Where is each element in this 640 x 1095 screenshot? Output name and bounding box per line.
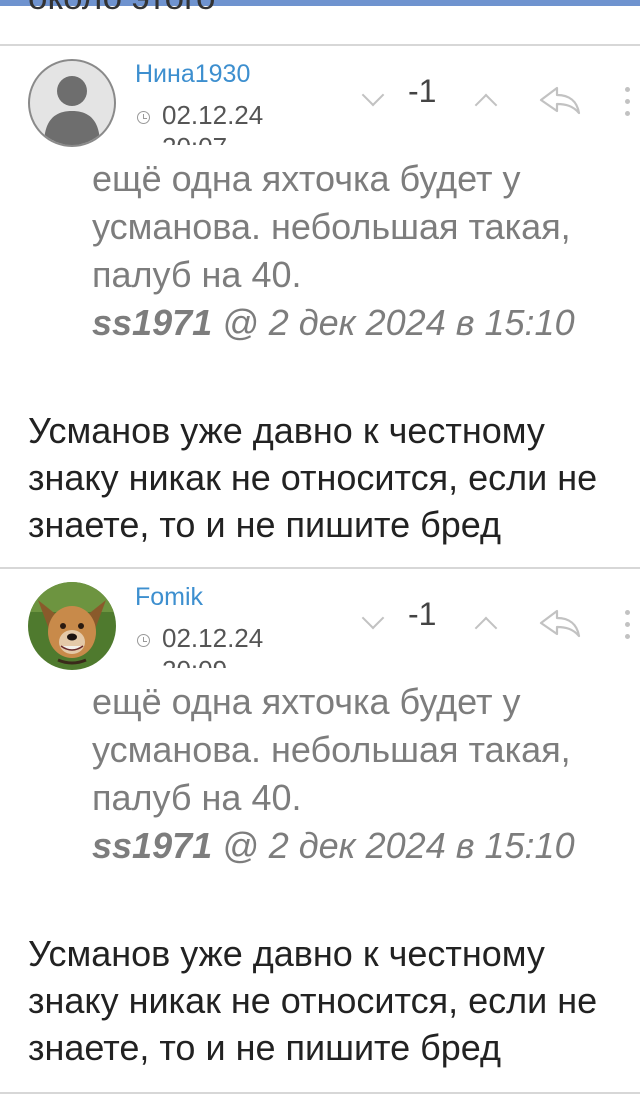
comment-body: Усманов уже давно к честному знаку никак… <box>28 933 598 1068</box>
comment-time: 20:09 <box>162 654 227 668</box>
chevron-up-icon[interactable] <box>470 612 506 642</box>
author-name[interactable]: Fomik <box>135 583 203 612</box>
comment-rating: -1 <box>408 73 437 109</box>
generic-person-avatar-icon <box>44 76 100 145</box>
chevron-up-icon[interactable] <box>470 89 506 119</box>
chevron-down-icon[interactable] <box>357 85 393 115</box>
author-name[interactable]: Нина1930 <box>135 60 250 89</box>
more-vertical-icon[interactable] <box>620 81 636 121</box>
comment-date: 02.12.24 <box>162 623 264 653</box>
comment-date: 02.12.24 <box>162 100 264 130</box>
comment-body: Усманов уже давно к честному знаку никак… <box>28 410 598 545</box>
comment-rating: -1 <box>408 596 437 632</box>
reply-icon[interactable] <box>537 606 583 640</box>
chevron-down-icon[interactable] <box>357 608 393 638</box>
previous-comment-fragment: около этого <box>28 0 216 18</box>
divider <box>0 1092 640 1094</box>
comment: Fomik 02.12.24 20:09 -1 ещё одна яхточка… <box>0 568 640 1093</box>
comment-timestamp: 02.12.24 20:09 <box>135 622 335 668</box>
comment-timestamp: 02.12.24 20:07 <box>135 99 335 145</box>
more-vertical-icon[interactable] <box>620 604 636 644</box>
avatar[interactable] <box>28 59 116 147</box>
clock-icon <box>137 111 150 124</box>
dog-photo-avatar-icon <box>28 582 116 670</box>
reply-icon[interactable] <box>537 83 583 117</box>
quote-user[interactable]: ss1971 <box>92 302 212 343</box>
quote-user[interactable]: ss1971 <box>92 825 212 866</box>
comment: Нина1930 02.12.24 20:07 -1 ещё одна яхто… <box>0 45 640 567</box>
quote-ref-date: @ 2 дек 2024 в 15:10 <box>212 302 575 343</box>
quoted-text: ещё одна яхточка будет у усманова. небол… <box>92 681 571 818</box>
clock-icon <box>137 634 150 647</box>
comment-time: 20:07 <box>162 131 227 145</box>
quoted-text: ещё одна яхточка будет у усманова. небол… <box>92 158 571 295</box>
quote-reference: ss1971 @ 2 дек 2024 в 15:10 <box>92 299 575 347</box>
quote-reference: ss1971 @ 2 дек 2024 в 15:10 <box>92 822 575 870</box>
quote-ref-date: @ 2 дек 2024 в 15:10 <box>212 825 575 866</box>
avatar[interactable] <box>28 582 116 670</box>
